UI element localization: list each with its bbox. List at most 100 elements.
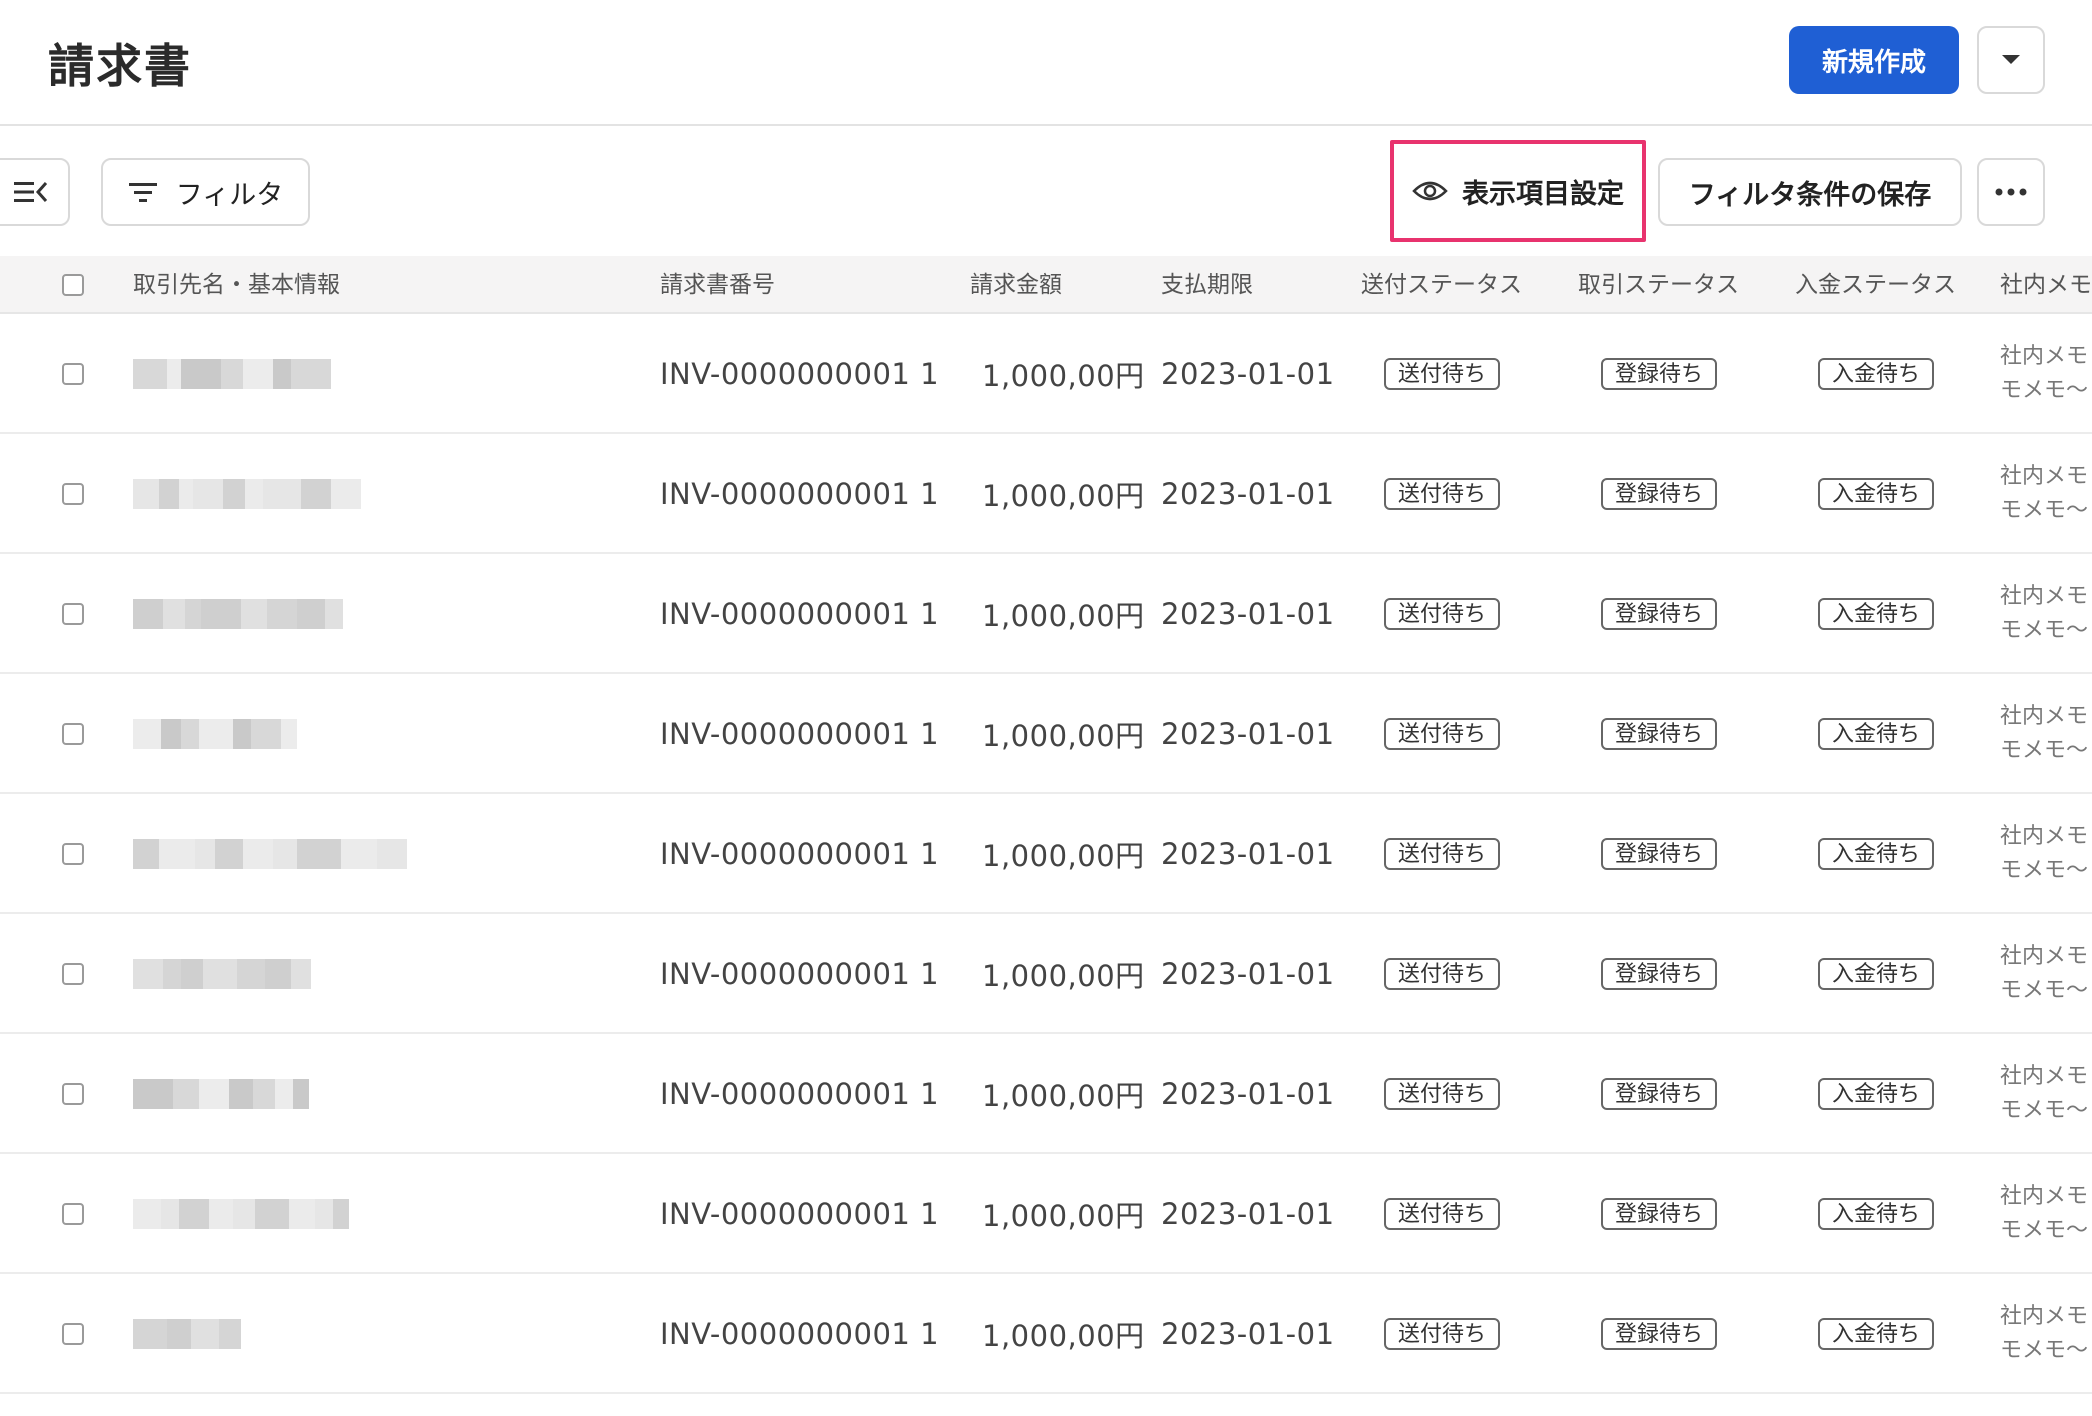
invoice-number: INV-0000000001 1 xyxy=(660,1077,940,1111)
table-row[interactable]: INV-0000000001 1 1,000,00円 2023-01-01 送付待ち 登… xyxy=(0,314,2092,434)
payment-status-badge: 入金待ち xyxy=(1817,1078,1934,1110)
new-options-dropdown-button[interactable] xyxy=(1977,26,2045,94)
amount-cell: 1,000,00円 xyxy=(982,914,1145,1034)
column-header-payment-status[interactable]: 入金ステータス xyxy=(1795,256,1956,314)
page-title: 請求書 xyxy=(48,39,192,93)
row-select-cell xyxy=(62,914,84,1034)
column-header-trade-status[interactable]: 取引ステータス xyxy=(1578,256,1739,314)
payment-status-badge: 入金待ち xyxy=(1817,838,1934,870)
payment-status-cell: 入金待ち xyxy=(1814,554,1938,674)
trade-status-badge: 登録待ち xyxy=(1600,838,1717,870)
row-checkbox[interactable] xyxy=(62,723,84,745)
table-row[interactable]: INV-0000000001 1 1,000,00円 2023-01-01 送付待ち 登… xyxy=(0,674,2092,794)
invoice-no-cell: INV-0000000001 1 xyxy=(660,1034,939,1154)
invoice-amount: 1,000,00円 xyxy=(982,359,1145,393)
table-row[interactable]: INV-0000000001 1 1,000,00円 2023-01-01 送付待ち 登… xyxy=(0,914,2092,1034)
row-checkbox[interactable] xyxy=(62,1083,84,1105)
memo-line: モメモ〜 xyxy=(2000,738,2089,763)
client-name-cell xyxy=(133,314,331,434)
invoice-no-cell: INV-0000000001 1 xyxy=(660,1274,939,1394)
invoice-number: INV-0000000001 1 xyxy=(660,837,940,871)
row-checkbox[interactable] xyxy=(62,483,84,505)
filter-label: フィルタ xyxy=(175,179,284,211)
invoice-amount: 1,000,00円 xyxy=(982,1199,1145,1233)
memo-line: 社内メモ xyxy=(2000,1304,2089,1329)
row-checkbox[interactable] xyxy=(62,963,84,985)
row-checkbox[interactable] xyxy=(62,603,84,625)
row-select-cell xyxy=(62,1034,84,1154)
column-header-name[interactable]: 取引先名・基本情報 xyxy=(133,256,340,314)
send-status-badge: 送付待ち xyxy=(1383,358,1500,390)
redacted-client-name xyxy=(133,597,343,631)
amount-cell: 1,000,00円 xyxy=(982,434,1145,554)
row-checkbox[interactable] xyxy=(62,843,84,865)
row-checkbox[interactable] xyxy=(62,363,84,385)
column-header-invoice-no[interactable]: 請求書番号 xyxy=(660,256,775,314)
memo-line: モメモ〜 xyxy=(2000,978,2089,1003)
eye-icon xyxy=(1412,181,1448,201)
column-header-memo[interactable]: 社内メモ xyxy=(2000,256,2092,314)
trade-status-cell: 登録待ち xyxy=(1597,1034,1721,1154)
save-filter-button[interactable]: フィルタ条件の保存 xyxy=(1658,158,1962,226)
column-settings-button[interactable]: 表示項目設定 xyxy=(1390,140,1646,242)
send-status-badge: 送付待ち xyxy=(1383,1318,1500,1350)
select-all-checkbox[interactable] xyxy=(62,274,84,296)
trade-status-badge: 登録待ち xyxy=(1600,478,1717,510)
row-select-cell xyxy=(62,554,84,674)
send-status-badge: 送付待ち xyxy=(1383,838,1500,870)
memo-line: 社内メモ xyxy=(2000,944,2089,969)
column-header-amount[interactable]: 請求金額 xyxy=(970,256,1062,314)
redacted-client-name xyxy=(133,357,331,391)
memo-cell: 社内メモ モメモ〜 xyxy=(2000,314,2088,434)
client-name-cell xyxy=(133,1154,349,1274)
amount-cell: 1,000,00円 xyxy=(982,1154,1145,1274)
invoice-number: INV-0000000001 1 xyxy=(660,717,940,751)
invoice-no-cell: INV-0000000001 1 xyxy=(660,314,939,434)
send-status-badge: 送付待ち xyxy=(1383,1078,1500,1110)
row-checkbox[interactable] xyxy=(62,1323,84,1345)
row-select-cell xyxy=(62,1154,84,1274)
table-row[interactable]: INV-0000000001 1 1,000,00円 2023-01-01 送付待ち 登… xyxy=(0,1034,2092,1154)
memo-line: 社内メモ xyxy=(2000,704,2089,729)
send-status-badge: 送付待ち xyxy=(1383,598,1500,630)
due-date-cell: 2023-01-01 xyxy=(1161,914,1335,1034)
trade-status-cell: 登録待ち xyxy=(1597,314,1721,434)
memo-line: 社内メモ xyxy=(2000,344,2089,369)
invoice-table: 取引先名・基本情報 請求書番号 請求金額 支払期限 送付ステータス 取引ステータ… xyxy=(0,256,2092,1394)
due-date: 2023-01-01 xyxy=(1161,717,1335,751)
column-header-due-date[interactable]: 支払期限 xyxy=(1161,256,1253,314)
invoice-no-cell: INV-0000000001 1 xyxy=(660,674,939,794)
memo-line: モメモ〜 xyxy=(2000,1098,2089,1123)
collapse-sidebar-button[interactable] xyxy=(0,158,70,226)
redacted-client-name xyxy=(133,1317,241,1351)
redacted-client-name xyxy=(133,1077,309,1111)
new-invoice-button[interactable]: 新規作成 xyxy=(1789,26,1959,94)
due-date-cell: 2023-01-01 xyxy=(1161,434,1335,554)
trade-status-badge: 登録待ち xyxy=(1600,598,1717,630)
more-options-button[interactable] xyxy=(1977,158,2045,226)
row-select-cell xyxy=(62,794,84,914)
client-name-cell xyxy=(133,1274,241,1394)
table-row[interactable]: INV-0000000001 1 1,000,00円 2023-01-01 送付待ち 登… xyxy=(0,1154,2092,1274)
memo-cell: 社内メモ モメモ〜 xyxy=(2000,1274,2088,1394)
redacted-client-name xyxy=(133,837,407,871)
memo-cell: 社内メモ モメモ〜 xyxy=(2000,554,2088,674)
row-checkbox[interactable] xyxy=(62,1203,84,1225)
table-row[interactable]: INV-0000000001 1 1,000,00円 2023-01-01 送付待ち 登… xyxy=(0,554,2092,674)
table-row[interactable]: INV-0000000001 1 1,000,00円 2023-01-01 送付待ち 登… xyxy=(0,1274,2092,1394)
table-row[interactable]: INV-0000000001 1 1,000,00円 2023-01-01 送付待ち 登… xyxy=(0,794,2092,914)
send-status-cell: 送付待ち xyxy=(1380,554,1504,674)
due-date-cell: 2023-01-01 xyxy=(1161,794,1335,914)
trade-status-badge: 登録待ち xyxy=(1600,358,1717,390)
invoice-no-cell: INV-0000000001 1 xyxy=(660,554,939,674)
invoice-no-cell: INV-0000000001 1 xyxy=(660,914,939,1034)
due-date-cell: 2023-01-01 xyxy=(1161,314,1335,434)
invoice-number: INV-0000000001 1 xyxy=(660,1317,940,1351)
table-row[interactable]: INV-0000000001 1 1,000,00円 2023-01-01 送付待ち 登… xyxy=(0,434,2092,554)
invoice-number: INV-0000000001 1 xyxy=(660,957,940,991)
send-status-cell: 送付待ち xyxy=(1380,314,1504,434)
payment-status-badge: 入金待ち xyxy=(1817,598,1934,630)
trade-status-cell: 登録待ち xyxy=(1597,674,1721,794)
filter-button[interactable]: フィルタ xyxy=(101,158,310,226)
column-header-send-status[interactable]: 送付ステータス xyxy=(1361,256,1522,314)
